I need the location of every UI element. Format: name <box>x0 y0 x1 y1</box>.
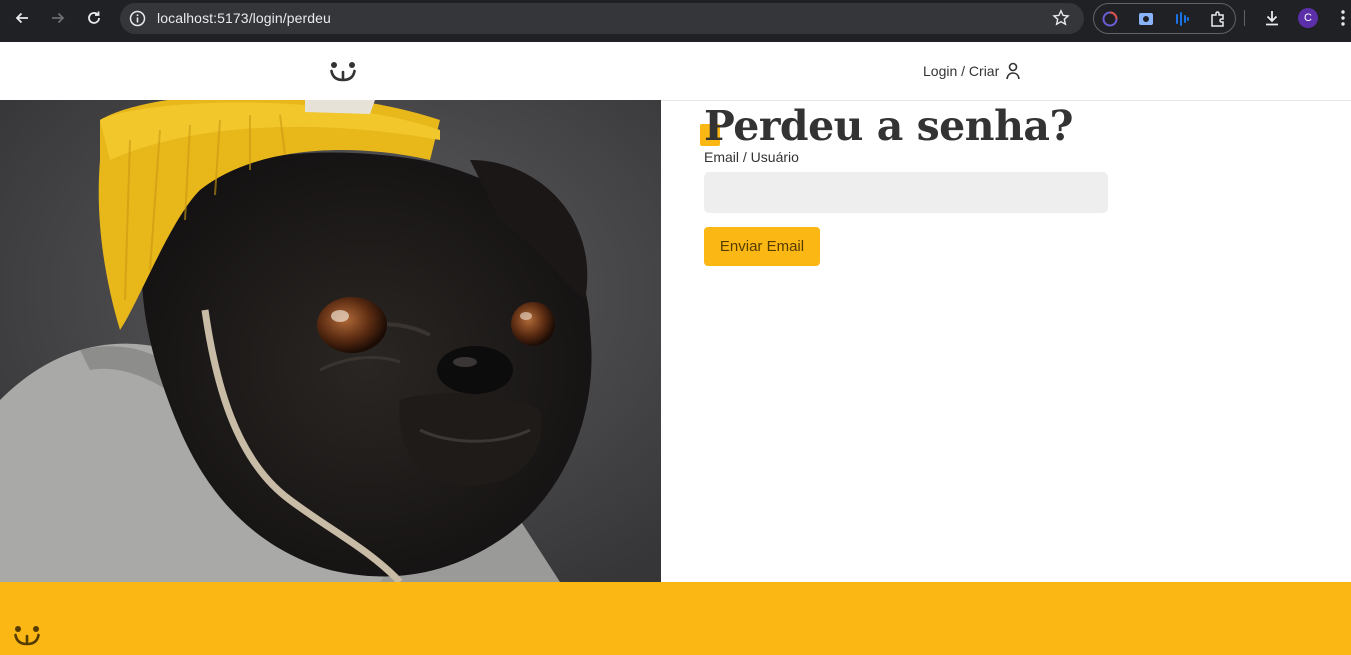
extensions-group <box>1093 3 1236 34</box>
bookmark-star-icon[interactable] <box>1052 9 1070 27</box>
site-header: Login / Criar <box>0 42 1351 101</box>
email-field[interactable] <box>704 172 1108 213</box>
title-wrap: Perdeu a senha? <box>700 100 1124 150</box>
site-footer <box>0 582 1351 655</box>
pug-photo <box>0 100 661 582</box>
lost-password-form: Perdeu a senha? Email / Usuário Enviar E… <box>700 100 1124 266</box>
url-text: localhost:5173/login/perdeu <box>157 10 331 26</box>
footer-dog-face-icon <box>14 626 40 646</box>
reload-icon[interactable] <box>80 7 108 29</box>
extension-wave-icon[interactable] <box>1173 10 1191 28</box>
profile-avatar[interactable]: C <box>1298 8 1318 28</box>
login-link[interactable]: Login / Criar <box>923 62 1021 80</box>
site-info-icon[interactable] <box>129 10 146 27</box>
browser-toolbar: localhost:5173/login/perdeu C <box>0 0 1351 42</box>
page-title: Perdeu a senha? <box>704 102 1073 150</box>
extension-circle-icon[interactable] <box>1101 10 1119 28</box>
user-icon <box>1006 62 1021 80</box>
download-icon[interactable] <box>1262 8 1282 28</box>
toolbar-divider <box>1244 10 1245 26</box>
menu-kebab-icon[interactable] <box>1335 8 1351 28</box>
extensions-puzzle-icon[interactable] <box>1209 10 1227 28</box>
forward-icon[interactable] <box>44 7 72 29</box>
email-label: Email / Usuário <box>704 149 799 165</box>
extension-screen-icon[interactable] <box>1137 10 1155 28</box>
back-icon[interactable] <box>8 7 36 29</box>
send-email-button[interactable]: Enviar Email <box>704 227 820 266</box>
dog-face-icon[interactable] <box>330 60 356 82</box>
login-link-label: Login / Criar <box>923 63 1000 79</box>
address-bar[interactable]: localhost:5173/login/perdeu <box>120 3 1084 34</box>
